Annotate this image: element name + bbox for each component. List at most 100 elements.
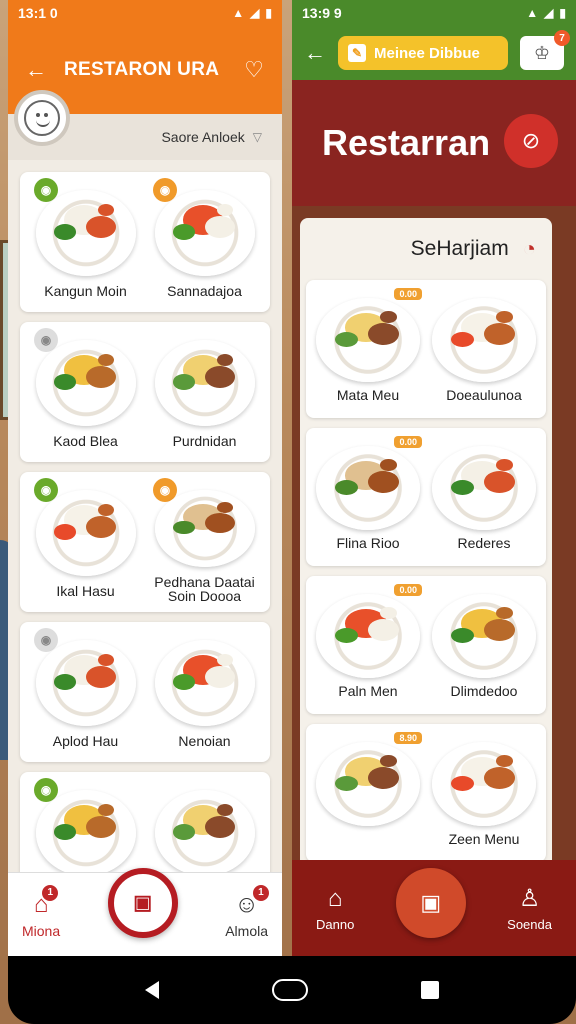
- menu-item[interactable]: ◉ Kangun Moin: [26, 178, 145, 304]
- wifi-icon: ◢: [250, 6, 260, 20]
- menu-item[interactable]: ◉ Kaod Blea: [26, 328, 145, 454]
- menu-item[interactable]: 0.00 Paln Men: [310, 584, 426, 708]
- dish-image[interactable]: [154, 640, 255, 726]
- back-arrow-icon[interactable]: ←: [304, 40, 326, 66]
- center-action-button[interactable]: ▣: [395, 868, 466, 938]
- menu-item-name: Kaod Blea: [53, 433, 118, 449]
- status-time: 13:9 9: [302, 5, 342, 21]
- status-icons: ▲ ◢ ▮: [526, 6, 566, 20]
- system-recents-icon[interactable]: [421, 981, 440, 999]
- menu-item[interactable]: ◉ Pedhana Daatai Soin Doooa: [145, 478, 264, 605]
- menu-grid: ◉ Kangun Moin ◉ Sannadajoa ◉ Kaod Blea Purdnid…: [8, 160, 282, 912]
- dish-image[interactable]: [35, 190, 136, 276]
- menu-item[interactable]: 0.00 Mata Meu: [310, 288, 426, 412]
- heart-icon[interactable]: ♡: [240, 56, 268, 84]
- menu-card[interactable]: 8.90 Zeen Menu: [306, 724, 546, 862]
- status-bar-left: 13:1 0 ▲ ◢ ▮: [8, 0, 282, 26]
- menu-item-name: Aplod Hau: [52, 733, 119, 749]
- dish-image[interactable]: [154, 790, 255, 876]
- menu-item[interactable]: Zeen Menu: [426, 736, 542, 856]
- dish-image[interactable]: [432, 742, 536, 826]
- menu-item-name: Zeen Menu: [448, 831, 520, 847]
- menu-card[interactable]: ◉ Kaod Blea Purdnidan: [20, 322, 270, 462]
- status-time: 13:1 0: [18, 5, 58, 21]
- nav-home[interactable]: ⌂ 1 Miona: [22, 884, 61, 939]
- dish-image[interactable]: [154, 490, 255, 567]
- battery-icon: ▮: [265, 6, 272, 20]
- sort-label: Saore Anloek: [161, 129, 245, 145]
- dish-image[interactable]: [316, 594, 420, 678]
- dish-image[interactable]: [35, 340, 136, 426]
- menu-card[interactable]: ◉ Aplod Hau Nenoian: [20, 622, 270, 762]
- menu-card[interactable]: ◉ Ikal Hasu ◉ Pedhana Daatai Soin Doooa: [20, 472, 270, 612]
- dish-image[interactable]: [432, 594, 536, 678]
- nav-home-label: Miona: [22, 922, 61, 939]
- dish-image[interactable]: [154, 190, 255, 276]
- dish-image[interactable]: [432, 446, 536, 530]
- center-action-button[interactable]: ▣: [107, 867, 178, 938]
- menu-item[interactable]: 0.00 Flina Rioo: [310, 436, 426, 560]
- menu-item-name: Purdnidan: [172, 433, 237, 449]
- page-title: RESTARON URA: [64, 59, 220, 80]
- cart-button[interactable]: ♔ 7: [520, 30, 570, 70]
- menu-item[interactable]: ◉ Ikal Hasu: [26, 478, 145, 604]
- sort-dropdown[interactable]: Saore Anloek ▽: [161, 129, 262, 145]
- dish-image[interactable]: [154, 340, 255, 426]
- battery-icon: ▮: [559, 6, 566, 20]
- menu-card[interactable]: 0.00 Mata Meu Doeaulunoa: [306, 280, 546, 418]
- edit-icon: ✎: [348, 44, 366, 62]
- section-header: SeHarjiam ◔: [306, 218, 546, 280]
- dish-image[interactable]: [35, 640, 136, 726]
- no-cutlery-icon[interactable]: ⊘: [504, 114, 558, 168]
- menu-item[interactable]: 8.90: [310, 732, 426, 856]
- menu-item[interactable]: Dlimdedoo: [426, 588, 542, 708]
- system-back-icon[interactable]: [144, 981, 159, 999]
- dish-image[interactable]: [35, 490, 136, 576]
- refresh-icon[interactable]: ◔: [523, 236, 536, 262]
- price-chip: 8.90: [394, 732, 422, 744]
- cart-badge: 7: [554, 30, 570, 46]
- nav-home-label: Danno: [316, 916, 355, 932]
- smiley-icon: [24, 100, 60, 136]
- wifi-icon: ◢: [544, 6, 554, 20]
- status-icons: ▲ ◢ ▮: [232, 6, 272, 20]
- avatar[interactable]: [14, 90, 70, 146]
- system-navigation-bar: [8, 956, 576, 1024]
- menu-item[interactable]: Doeaulunoa: [426, 292, 542, 412]
- system-home-icon[interactable]: [271, 979, 308, 1001]
- menu-card[interactable]: 0.00 Paln Men Dlimdedoo: [306, 576, 546, 714]
- menu-item[interactable]: Rederes: [426, 440, 542, 560]
- menu-item[interactable]: ◉ Aplod Hau: [26, 628, 145, 754]
- dish-image[interactable]: [316, 742, 420, 826]
- menu-card[interactable]: 0.00 Flina Rioo Rederes: [306, 428, 546, 566]
- menu-item-name: Pedhana Daatai Soin Doooa: [154, 573, 255, 605]
- nav-profile[interactable]: ☺ 1 Almola: [225, 884, 269, 939]
- menu-item-name: Kangun Moin: [44, 283, 127, 299]
- menu-item[interactable]: Nenoian: [145, 632, 264, 754]
- menu-item-name: Paln Men: [338, 683, 398, 699]
- menu-item[interactable]: ◉ Sannadajoa: [145, 178, 264, 304]
- dish-image[interactable]: [35, 790, 136, 876]
- nav-profile-label: Almola: [225, 922, 268, 939]
- dish-image[interactable]: [432, 298, 536, 382]
- menu-board-icon: ▣: [420, 890, 442, 915]
- chef-icon: ♔: [533, 42, 551, 63]
- menu-item-name: Ikal Hasu: [56, 583, 115, 599]
- menu-item-name: Flina Rioo: [336, 535, 400, 551]
- menu-item[interactable]: Purdnidan: [145, 332, 264, 454]
- sort-row: Saore Anloek ▽: [8, 90, 282, 160]
- nav-home[interactable]: ⌂ Danno: [316, 885, 354, 932]
- status-bar-right: 13:9 9 ▲ ◢ ▮: [292, 0, 576, 26]
- price-chip: 0.00: [394, 436, 422, 448]
- menu-item-name: Rederes: [457, 535, 511, 551]
- signal-icon: ▲: [232, 6, 245, 20]
- menu-grid: 0.00 Mata Meu Doeaulunoa 0.00 Flina Rioo Rede…: [306, 280, 546, 862]
- menu-item-name: Sannadajoa: [167, 283, 242, 299]
- menu-board-icon: ▣: [133, 892, 153, 914]
- dish-image[interactable]: [316, 446, 420, 530]
- menu-card[interactable]: ◉ Kangun Moin ◉ Sannadajoa: [20, 172, 270, 312]
- nav-profile[interactable]: ♙ Soenda: [507, 884, 552, 932]
- menu-pill-button[interactable]: ✎ Meinee Dibbue: [338, 36, 508, 70]
- dish-image[interactable]: [316, 298, 420, 382]
- back-arrow-icon[interactable]: ←: [22, 56, 50, 84]
